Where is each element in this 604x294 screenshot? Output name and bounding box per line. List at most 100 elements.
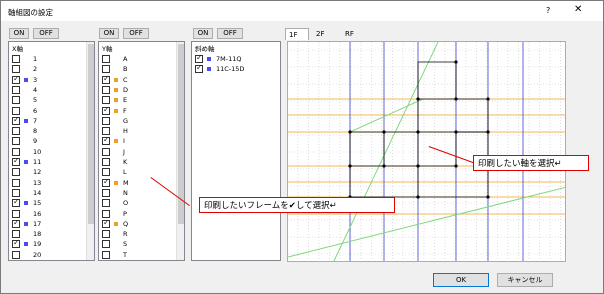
x-axis-list[interactable]: X軸 1234567891011121314151617181920 [8, 41, 95, 261]
diag-off-button[interactable]: OFF [217, 28, 243, 39]
list-item-label: 5 [33, 96, 38, 105]
list-item-label: 2 [33, 65, 38, 74]
callout-axis-select: 印刷したい軸を選択↵ [473, 155, 589, 171]
axis-grid-drawing[interactable] [288, 42, 566, 262]
checkbox[interactable] [102, 250, 110, 259]
checkbox[interactable] [102, 147, 110, 156]
checkbox[interactable] [102, 240, 110, 249]
checkbox[interactable] [12, 85, 20, 94]
list-item-label: G [123, 116, 129, 125]
checkbox[interactable] [12, 178, 20, 187]
tab-rf[interactable]: RF [342, 28, 364, 40]
checkbox[interactable] [12, 127, 20, 136]
checkbox[interactable] [102, 96, 110, 105]
help-button[interactable]: ? [546, 6, 550, 15]
y-axis-list[interactable]: Y軸 ABCDEFGHIJKLMNOPQRST [98, 41, 185, 261]
checkbox[interactable] [102, 127, 110, 136]
checkbox[interactable] [195, 53, 203, 63]
list-item-label: 4 [33, 85, 38, 94]
list-item-label: 16 [33, 209, 42, 218]
checkbox[interactable] [195, 63, 203, 74]
checkbox[interactable] [12, 168, 20, 177]
checkbox[interactable] [12, 96, 20, 105]
list-item-label: 7 [33, 116, 38, 125]
title-bar: 軸組図の設定 ? ✕ [1, 1, 603, 21]
checkbox[interactable] [102, 199, 110, 208]
checkbox[interactable] [102, 135, 110, 146]
list-item-label: 11 [33, 158, 42, 166]
checkbox[interactable] [12, 55, 20, 63]
list-item[interactable]: 20 [9, 250, 94, 260]
grid-dot-lines [288, 42, 565, 261]
list-item-label: 1 [33, 55, 38, 63]
checkbox[interactable] [12, 197, 20, 208]
checkbox[interactable] [102, 85, 110, 94]
list-item-label: B [123, 65, 128, 74]
checkbox[interactable] [102, 116, 110, 125]
list-item-label: P [123, 209, 127, 218]
y-on-button[interactable]: ON [99, 28, 119, 39]
list-item-label: S [123, 240, 128, 249]
axis-color-swatch [24, 201, 28, 206]
checkbox[interactable] [102, 177, 110, 187]
axis-color-swatch [114, 108, 118, 113]
tab-2f[interactable]: 2F [313, 28, 335, 40]
checkbox[interactable] [12, 137, 20, 146]
ok-button[interactable]: OK [433, 273, 489, 287]
checkbox[interactable] [102, 209, 110, 218]
checkbox[interactable] [12, 209, 20, 218]
x-off-button[interactable]: OFF [33, 28, 59, 39]
list-item[interactable]: 11C-15D [192, 63, 280, 75]
frame-node [454, 60, 458, 64]
checkbox[interactable] [102, 230, 110, 239]
checkbox[interactable] [12, 218, 20, 228]
checkbox[interactable] [12, 238, 20, 249]
axis-color-swatch [114, 77, 118, 82]
axis-preview-canvas[interactable] [287, 41, 566, 262]
frame-node [416, 164, 420, 168]
checkbox[interactable] [102, 188, 110, 197]
checkbox[interactable] [102, 218, 110, 228]
axis-color-swatch [24, 160, 28, 164]
list-item-label: R [123, 230, 128, 239]
tab-1f[interactable]: 1F [285, 28, 309, 40]
checkbox[interactable] [12, 188, 20, 197]
checkbox[interactable] [12, 147, 20, 156]
list-item-label: A [123, 55, 128, 63]
list-item-label: 9 [33, 137, 38, 146]
x-on-button[interactable]: ON [9, 28, 29, 39]
checkbox[interactable] [102, 105, 110, 115]
list-item-label: 3 [33, 75, 38, 84]
checkbox[interactable] [12, 74, 20, 84]
checkbox[interactable] [12, 65, 20, 74]
y-off-button[interactable]: OFF [123, 28, 149, 39]
list-item-label: 12 [33, 168, 42, 177]
frame-node [382, 130, 386, 134]
checkbox[interactable] [102, 74, 110, 84]
y-axis-header: Y軸 [102, 45, 113, 53]
checkbox[interactable] [102, 65, 110, 74]
list-item-label: 8 [33, 127, 38, 136]
list-item[interactable]: T [99, 250, 184, 260]
close-button[interactable]: ✕ [574, 4, 582, 15]
cancel-button[interactable]: キャンセル [497, 273, 553, 287]
list-item-label: O [123, 199, 129, 208]
axis-color-swatch [207, 67, 211, 72]
axis-color-swatch [207, 57, 211, 61]
diagonal-axis-list[interactable]: 斜め軸 7M-11Q 11C-15D [191, 41, 281, 261]
checkbox[interactable] [102, 158, 110, 166]
checkbox[interactable] [102, 168, 110, 177]
axis-color-swatch [24, 77, 28, 82]
diag-on-button[interactable]: ON [193, 28, 213, 39]
checkbox[interactable] [12, 230, 20, 239]
checkbox[interactable] [102, 55, 110, 63]
axis-color-swatch [114, 180, 118, 185]
frame-node [348, 164, 352, 168]
checkbox[interactable] [12, 156, 20, 166]
list-item-label: 13 [33, 178, 42, 187]
checkbox[interactable] [12, 115, 20, 125]
axis-color-swatch [24, 221, 28, 226]
callout-frame-select: 印刷したいフレームを✔して選択↵ [199, 197, 395, 213]
checkbox[interactable] [12, 250, 20, 259]
checkbox[interactable] [12, 106, 20, 115]
